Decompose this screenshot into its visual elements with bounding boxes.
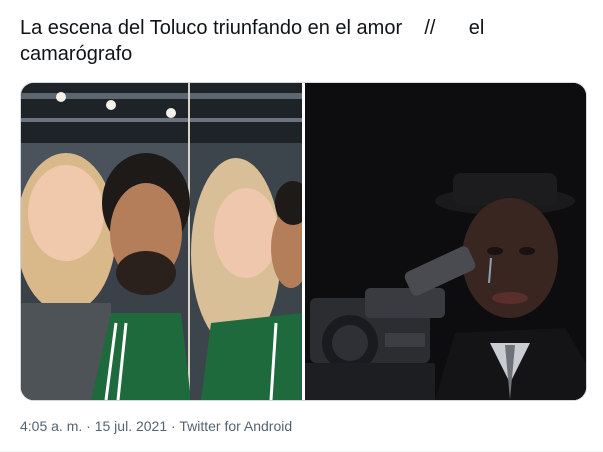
tweet-time[interactable]: 4:05 a. m. (20, 418, 82, 434)
tweet-media[interactable] (20, 82, 587, 401)
media-image-selfie[interactable] (21, 83, 302, 400)
tweet-text: La escena del Toluco triunfando en el am… (20, 17, 490, 65)
selfie-illustration (21, 83, 302, 400)
cameraman-illustration (305, 83, 586, 400)
meta-separator: · (167, 418, 180, 434)
tweet-metadata: 4:05 a. m. · 15 jul. 2021 · Twitter for … (20, 417, 292, 435)
tweet-date[interactable]: 15 jul. 2021 (95, 418, 167, 434)
meta-separator: · (82, 418, 95, 434)
tweet: La escena del Toluco triunfando en el am… (0, 0, 603, 452)
media-image-cameraman[interactable] (305, 83, 586, 400)
tweet-source[interactable]: Twitter for Android (179, 418, 292, 434)
